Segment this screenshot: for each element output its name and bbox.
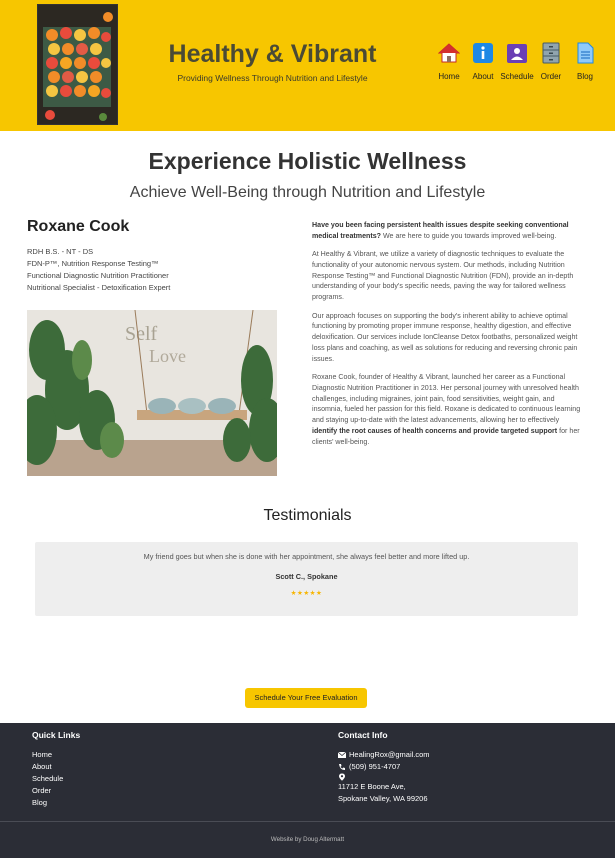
intro-paragraph: Have you been facing persistent health i… <box>312 220 584 242</box>
map-pin-icon <box>339 773 345 781</box>
credential-item: Nutritional Specialist - Detoxification … <box>27 283 171 292</box>
footer-link-about[interactable]: About <box>32 761 63 773</box>
calendar-person-icon <box>507 44 527 63</box>
contact-email[interactable]: HealingRox@gmail.com <box>349 749 430 761</box>
contact-info: HealingRox@gmail.com (509) 951-4707 1171… <box>338 749 430 805</box>
credentials-list: RDH B.S. - NT - DS FDN-P™, Nutrition Res… <box>27 246 277 294</box>
nav-order[interactable]: Order <box>534 42 568 81</box>
methods-paragraph: At Healthy & Vibrant, we utilize a varie… <box>312 250 574 302</box>
nav-schedule-label: Schedule <box>500 72 534 81</box>
nav-order-label: Order <box>540 72 562 81</box>
contact-email-row[interactable]: HealingRox@gmail.com <box>338 749 430 761</box>
envelope-icon <box>338 751 346 758</box>
page-subheading: Achieve Well-Being through Nutrition and… <box>129 184 486 201</box>
founder-paragraph: Roxane Cook, founder of Healthy & Vibran… <box>312 372 584 448</box>
nav-home[interactable]: Home <box>432 42 466 81</box>
document-icon <box>577 42 594 64</box>
contact-heading: Contact Info <box>338 730 388 740</box>
page-heading: Experience Holistic Wellness <box>148 148 467 174</box>
svg-text:Love: Love <box>149 346 186 366</box>
quick-links-list: Home About Schedule Order Blog <box>32 749 63 809</box>
contact-address-line2: Spokane Valley, WA 99206 <box>338 794 428 803</box>
svg-text:Self: Self <box>125 323 158 345</box>
testimonial-card: My friend goes but when she is done with… <box>35 542 578 616</box>
nav-schedule[interactable]: Schedule <box>500 42 534 81</box>
star-rating: ★★★★★ <box>290 590 323 597</box>
contact-phone[interactable]: (509) 951-4707 <box>349 761 400 773</box>
intro-rest: We are here to guide you towards improve… <box>381 231 557 240</box>
contact-phone-row[interactable]: (509) 951-4707 <box>338 761 430 773</box>
contact-address-pin-row <box>338 773 430 781</box>
credential-item: FDN-P™, Nutrition Response Testing™ <box>27 259 159 268</box>
nav-blog-label: Blog <box>576 72 593 81</box>
nav-blog[interactable]: Blog <box>568 42 602 81</box>
footer-divider <box>0 821 615 822</box>
footer-link-blog[interactable]: Blog <box>32 797 63 809</box>
info-icon <box>473 43 493 63</box>
schedule-evaluation-button[interactable]: Schedule Your Free Evaluation <box>245 688 367 708</box>
nav-about[interactable]: About <box>466 42 500 81</box>
nav-about-label: About <box>472 72 494 81</box>
footer-link-home[interactable]: Home <box>32 749 63 761</box>
person-name: Roxane Cook <box>27 218 130 235</box>
home-icon <box>437 43 461 63</box>
quick-links-heading: Quick Links <box>32 730 81 740</box>
credential-item: RDH B.S. - NT - DS <box>27 247 94 256</box>
approach-paragraph: Our approach focuses on supporting the b… <box>312 311 578 363</box>
about-text: Have you been facing persistent health i… <box>312 220 584 455</box>
footer-link-schedule[interactable]: Schedule <box>32 773 63 785</box>
phone-icon <box>339 764 345 771</box>
testimonial-quote: My friend goes but when she is done with… <box>143 552 470 561</box>
nav-home-label: Home <box>438 72 460 81</box>
testimonials-heading: Testimonials <box>263 507 352 524</box>
citrus-fruit-image <box>37 4 118 125</box>
profile-column: Roxane Cook RDH B.S. - NT - DS FDN-P™, N… <box>27 218 277 294</box>
site-title: Healthy & Vibrant <box>168 40 377 68</box>
testimonial-author: Scott C., Spokane <box>275 572 338 581</box>
site-credit: Website by Doug Altermatt <box>270 836 345 843</box>
footer-link-order[interactable]: Order <box>32 785 63 797</box>
cabinet-icon <box>542 42 560 64</box>
founder-text-start: Roxane Cook, founder of Healthy & Vibran… <box>312 373 581 425</box>
site-tagline: Providing Wellness Through Nutrition and… <box>177 73 368 83</box>
site-footer: Quick Links Home About Schedule Order Bl… <box>0 723 615 858</box>
main-nav: Home About Schedule Order Blog <box>432 42 602 81</box>
site-header: Healthy & Vibrant Providing Wellness Thr… <box>0 0 615 131</box>
credential-item: Functional Diagnostic Nutrition Practiti… <box>27 271 169 280</box>
contact-address-line1: 11712 E Boone Ave, <box>338 782 406 791</box>
founder-text-bold: identify the root causes of health conce… <box>312 427 558 436</box>
self-love-photo: Self Love <box>27 310 277 476</box>
